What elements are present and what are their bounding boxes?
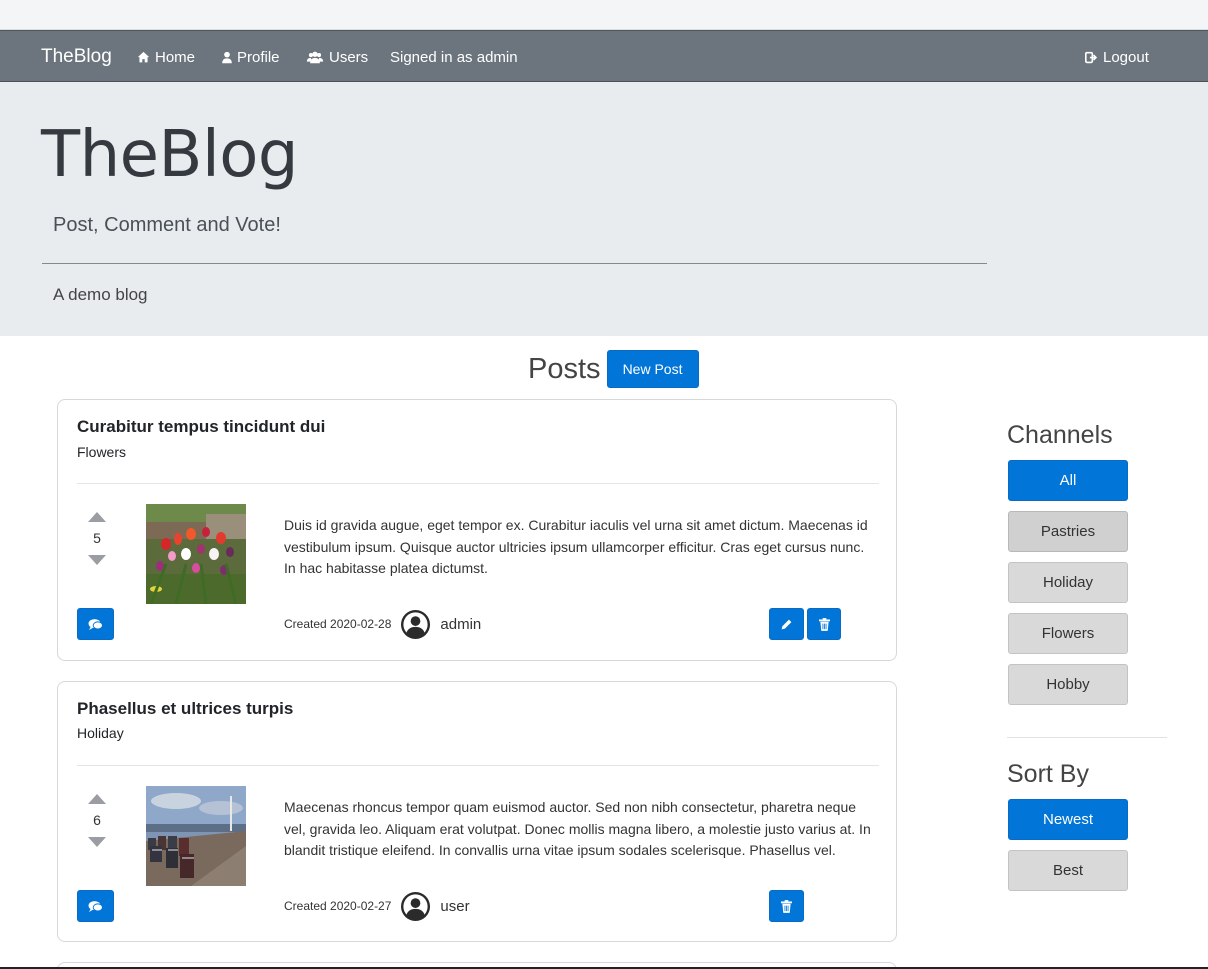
jumbotron-divider: [42, 263, 987, 264]
comments-icon: [88, 618, 103, 630]
post-meta: Created 2020-02-28 admin: [284, 608, 481, 640]
vote-count: 6: [93, 812, 101, 828]
post-body: Duis id gravida augue, eget tempor ex. C…: [284, 517, 868, 577]
navbar: TheBlog Home Profile Users Signed in as …: [0, 30, 1208, 82]
channel-flowers-button[interactable]: Flowers: [1008, 613, 1128, 654]
sort-newest-button[interactable]: Newest: [1008, 799, 1128, 840]
post-author[interactable]: user: [440, 898, 469, 915]
post-author[interactable]: admin: [440, 616, 481, 633]
channel-holiday-button[interactable]: Holiday: [1008, 562, 1128, 603]
sort-heading: Sort By: [1007, 760, 1089, 788]
sort-best-button[interactable]: Best: [1008, 850, 1128, 891]
post-card: Curabitur tempus tincidunt dui Flowers 5: [57, 399, 897, 661]
vote-widget: 5: [86, 512, 108, 565]
edit-post-button[interactable]: [769, 608, 804, 640]
users-icon: [306, 51, 324, 63]
post-created-date: Created 2020-02-28: [284, 617, 392, 631]
post-divider: [77, 765, 879, 766]
channel-hobby-button[interactable]: Hobby: [1008, 664, 1128, 705]
channel-pastries-button[interactable]: Pastries: [1008, 511, 1128, 552]
nav-logout-link[interactable]: Logout: [1085, 31, 1149, 83]
nav-profile-link[interactable]: Profile: [222, 31, 280, 83]
delete-post-button[interactable]: [807, 608, 841, 640]
browser-top-strip: [0, 0, 1208, 30]
upvote-icon[interactable]: [88, 794, 106, 804]
user-icon: [222, 51, 232, 63]
downvote-icon[interactable]: [88, 555, 106, 565]
nav-users-link[interactable]: Users: [306, 31, 368, 83]
downvote-icon[interactable]: [88, 837, 106, 847]
comments-button[interactable]: [77, 608, 114, 640]
jumbotron: TheBlog Post, Comment and Vote! A demo b…: [0, 82, 1208, 336]
vote-count: 5: [93, 530, 101, 546]
upvote-icon[interactable]: [88, 512, 106, 522]
post-body: Maecenas rhoncus tempor quam euismod auc…: [284, 799, 871, 859]
trash-icon: [781, 899, 792, 913]
post-card: Phasellus et ultrices turpis Holiday 6 M…: [57, 681, 897, 942]
pencil-icon: [781, 619, 792, 629]
posts-title: Posts: [528, 352, 601, 385]
logout-icon: [1085, 51, 1098, 63]
jumbotron-title: TheBlog: [41, 118, 299, 192]
post-meta: Created 2020-02-27 user: [284, 890, 470, 922]
post-created-date: Created 2020-02-27: [284, 899, 392, 913]
post-divider: [77, 483, 879, 484]
channel-all-button[interactable]: All: [1008, 460, 1128, 501]
avatar-icon: [401, 891, 431, 921]
nav-logout-label: Logout: [1103, 48, 1149, 66]
posts-header: Posts New Post: [528, 350, 699, 388]
vote-widget: 6: [86, 794, 108, 847]
post-title[interactable]: Phasellus et ultrices turpis: [77, 699, 293, 719]
comments-icon: [88, 900, 103, 912]
nav-home-link[interactable]: Home: [137, 31, 195, 83]
tulips-photo: [146, 504, 246, 604]
post-channel: Holiday: [77, 725, 124, 741]
post-title[interactable]: Curabitur tempus tincidunt dui: [77, 417, 325, 437]
trash-icon: [818, 617, 830, 631]
nav-profile-label: Profile: [237, 48, 280, 66]
post-image[interactable]: [146, 504, 246, 604]
beach-chairs-photo: [146, 786, 246, 886]
jumbotron-description: A demo blog: [53, 285, 148, 304]
home-icon: [137, 51, 150, 62]
new-post-button[interactable]: New Post: [606, 350, 699, 388]
signed-in-text: Signed in as admin: [390, 48, 518, 66]
comments-button[interactable]: [77, 890, 114, 922]
jumbotron-lead: Post, Comment and Vote!: [53, 214, 281, 236]
post-channel: Flowers: [77, 444, 127, 460]
channels-heading: Channels: [1007, 421, 1113, 449]
delete-post-button[interactable]: [769, 890, 804, 922]
nav-users-label: Users: [329, 48, 369, 66]
sidebar-divider: [1007, 737, 1167, 738]
avatar-icon: [401, 609, 431, 639]
post-image[interactable]: [146, 786, 246, 886]
navbar-brand[interactable]: TheBlog: [41, 31, 112, 83]
nav-home-label: Home: [155, 48, 196, 66]
